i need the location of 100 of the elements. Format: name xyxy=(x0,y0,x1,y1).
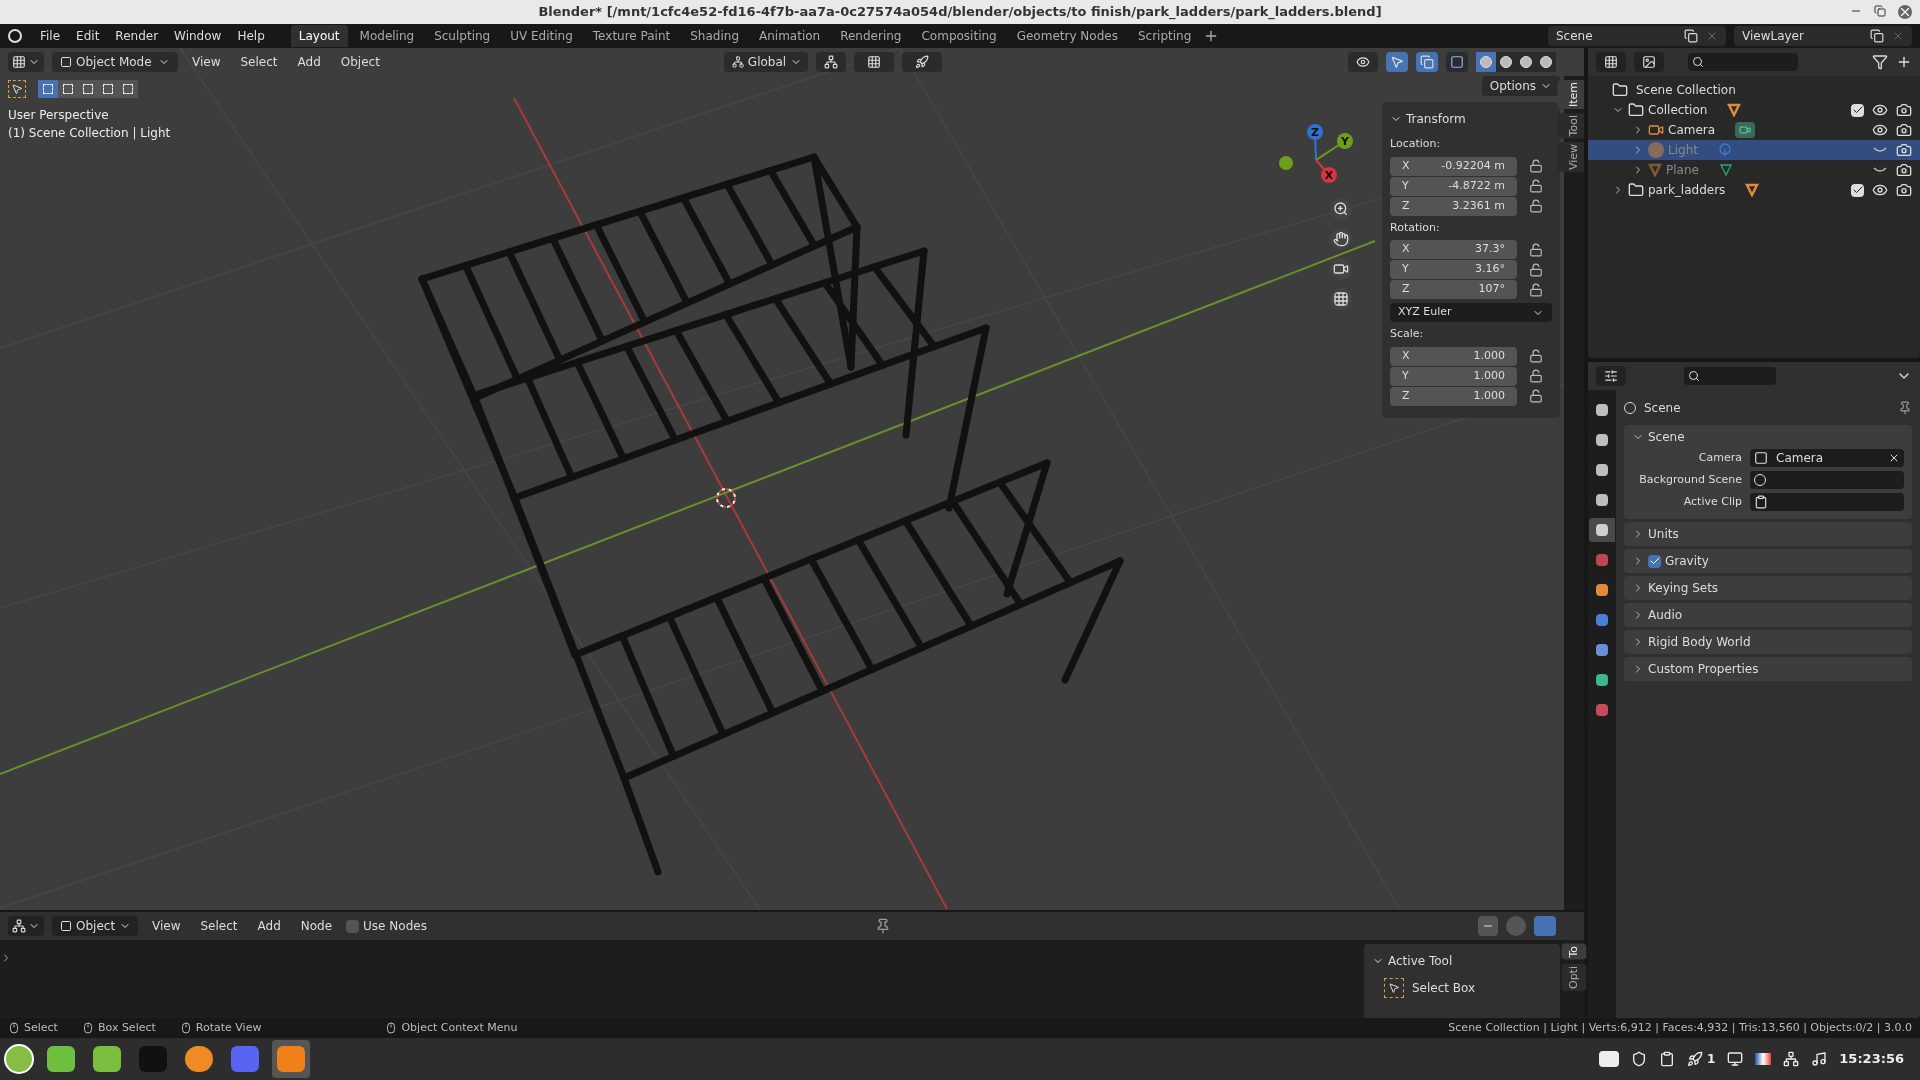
sidebar-tab[interactable]: Item xyxy=(1557,80,1584,110)
new-collection-icon[interactable] xyxy=(1896,54,1912,70)
flag-icon[interactable] xyxy=(1755,1053,1772,1065)
options-button[interactable]: Options xyxy=(1481,76,1560,96)
number-field[interactable]: X 1.000 xyxy=(1390,346,1517,366)
3d-cursor-icon[interactable] xyxy=(716,488,736,508)
workspace-tab[interactable]: Layout xyxy=(290,25,348,47)
editor-type-button[interactable] xyxy=(8,52,44,72)
properties-tab[interactable] xyxy=(1589,518,1615,542)
orientation-dropdown[interactable]: Global xyxy=(723,52,808,72)
outliner-row[interactable]: Collection xyxy=(1588,100,1920,120)
menu-item[interactable]: Add xyxy=(251,917,287,935)
number-field[interactable]: Y 3.16° xyxy=(1390,260,1517,279)
number-field[interactable]: Y -4.8722 m xyxy=(1390,176,1517,196)
search-field[interactable] xyxy=(1688,53,1798,71)
sidebar-tab[interactable]: Opti xyxy=(1561,963,1587,991)
outliner-row[interactable]: Plane xyxy=(1588,160,1920,180)
use-nodes-checkbox[interactable]: Use Nodes xyxy=(346,917,427,935)
shading-mode-button[interactable] xyxy=(1536,52,1556,72)
eye-icon[interactable] xyxy=(1872,122,1888,138)
display-icon[interactable] xyxy=(1727,1051,1744,1067)
select-mode-button[interactable] xyxy=(58,80,78,98)
eye-icon[interactable] xyxy=(1872,182,1888,198)
number-field[interactable]: X 37.3° xyxy=(1390,240,1517,259)
tool-icon[interactable] xyxy=(8,80,26,98)
sidebar-tab[interactable]: Tool xyxy=(1557,113,1584,139)
rotation-mode-dropdown[interactable]: XYZ Euler xyxy=(1390,303,1552,322)
close-icon[interactable] xyxy=(1706,30,1718,42)
menu-item[interactable]: Window xyxy=(168,27,228,45)
restore-icon[interactable] xyxy=(1874,5,1886,17)
workspace-tab[interactable]: Texture Paint xyxy=(584,25,679,47)
number-field[interactable]: Z 1.000 xyxy=(1390,386,1517,406)
sidebar-tab[interactable]: View xyxy=(1557,142,1584,173)
checkbox[interactable] xyxy=(1851,103,1864,117)
close-icon[interactable] xyxy=(1892,30,1904,42)
lock-icon[interactable] xyxy=(1529,159,1543,173)
number-field[interactable]: Z 3.2361 m xyxy=(1390,196,1517,216)
number-field[interactable]: Z 107° xyxy=(1390,280,1517,299)
duplicate-icon[interactable] xyxy=(1684,29,1698,43)
menu-item[interactable]: Node xyxy=(294,917,339,935)
panel-title[interactable]: Custom Properties xyxy=(1648,660,1759,678)
lock-icon[interactable] xyxy=(1529,242,1543,257)
blender-logo-icon[interactable] xyxy=(8,29,22,43)
sound-icon[interactable] xyxy=(1811,1051,1828,1067)
menu-item[interactable]: View xyxy=(146,917,187,935)
workspace-tab[interactable]: Geometry Nodes xyxy=(1008,25,1126,47)
menu-item[interactable]: Object xyxy=(334,53,386,71)
duplicate-icon[interactable] xyxy=(1870,29,1884,43)
outliner-row[interactable]: park_ladders xyxy=(1588,180,1920,200)
menu-item[interactable]: Select xyxy=(194,917,244,935)
search-field[interactable] xyxy=(1684,367,1776,385)
lock-icon[interactable] xyxy=(1529,389,1543,403)
select-mode-button[interactable] xyxy=(38,80,58,98)
hand-icon[interactable] xyxy=(1330,228,1352,250)
data-field[interactable] xyxy=(1750,493,1904,511)
render-camera-icon[interactable] xyxy=(1896,102,1912,118)
close-icon[interactable] xyxy=(1898,5,1912,19)
display-mode-button[interactable] xyxy=(1634,52,1664,72)
workspace-tab[interactable]: UV Editing xyxy=(502,25,581,47)
number-field[interactable]: Y 1.000 xyxy=(1390,366,1517,386)
eye-icon[interactable] xyxy=(1872,102,1888,118)
workspace-tab[interactable]: Shading xyxy=(682,25,747,47)
editor-type-button[interactable] xyxy=(1596,52,1626,72)
mode-dropdown[interactable]: Object Mode xyxy=(52,52,178,72)
menu-item[interactable]: View xyxy=(186,53,227,71)
visibility-icon[interactable] xyxy=(1348,52,1378,72)
lock-icon[interactable] xyxy=(1529,199,1543,213)
panel-title[interactable]: Keying Sets xyxy=(1648,579,1719,597)
shader-type-dropdown[interactable]: Object xyxy=(52,916,138,936)
menu-item[interactable]: Edit xyxy=(70,27,106,45)
menu-item[interactable]: Render xyxy=(109,27,165,45)
pin-icon[interactable] xyxy=(1898,401,1912,415)
shield-icon[interactable] xyxy=(1630,1051,1647,1067)
editor-type-button[interactable] xyxy=(8,916,44,936)
editor-type-button[interactable] xyxy=(1596,366,1626,386)
menu-item[interactable]: File xyxy=(34,27,67,45)
checkbox[interactable] xyxy=(1648,554,1661,568)
select-box-icon[interactable] xyxy=(1384,978,1404,998)
outliner-row[interactable]: Camera xyxy=(1588,120,1920,140)
closed-eye-icon[interactable] xyxy=(1872,146,1888,154)
taskbar-app[interactable] xyxy=(272,1040,310,1078)
menu-logo-icon[interactable] xyxy=(4,1044,34,1074)
filter-icon[interactable] xyxy=(1872,54,1888,70)
workspace-tab[interactable]: Animation xyxy=(751,25,829,47)
clipboard-icon[interactable] xyxy=(1658,1051,1675,1067)
clock[interactable]: 15:23:56 xyxy=(1839,1049,1904,1069)
data-field[interactable]: Camera xyxy=(1750,449,1904,467)
render-camera-icon[interactable] xyxy=(1896,142,1912,158)
menu-item[interactable]: Help xyxy=(231,27,271,45)
lock-icon[interactable] xyxy=(1529,369,1543,383)
rocket-icon[interactable] xyxy=(1686,1051,1703,1067)
lock-icon[interactable] xyxy=(1529,179,1543,193)
render-camera-icon[interactable] xyxy=(1896,162,1912,178)
gizmo-axis[interactable]: X xyxy=(1315,159,1337,183)
clear-icon[interactable] xyxy=(1888,452,1900,464)
gizmo-axis-dot[interactable] xyxy=(1279,156,1293,170)
workspace-tab[interactable]: Compositing xyxy=(913,25,1005,47)
workspace-tab[interactable]: Modeling xyxy=(351,25,423,47)
sidebar-tab[interactable]: To xyxy=(1561,944,1587,960)
workspace-tab[interactable]: Rendering xyxy=(832,25,910,47)
